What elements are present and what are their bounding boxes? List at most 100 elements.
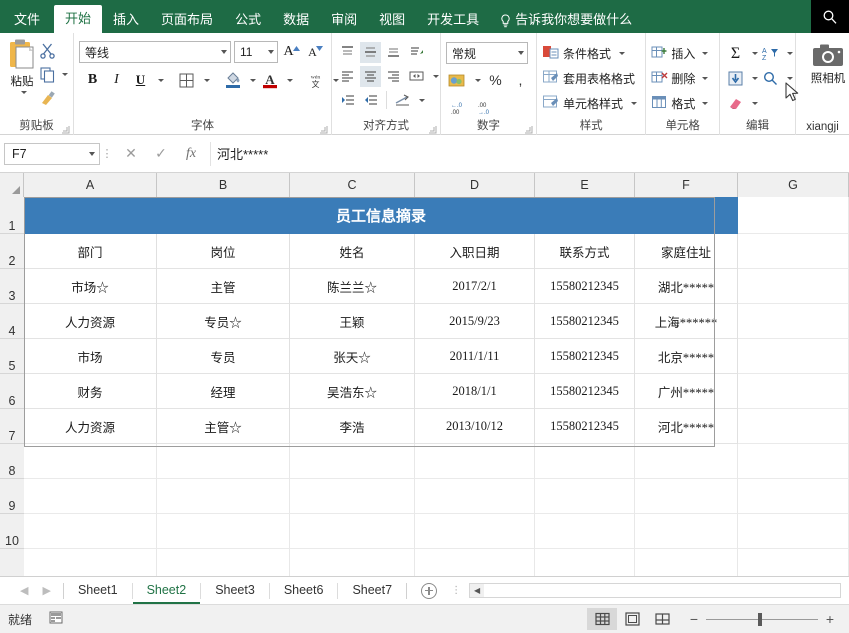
cell-C8[interactable] [290, 444, 415, 479]
cell-C10[interactable] [290, 514, 415, 549]
clear-button[interactable] [725, 93, 746, 114]
cell-B[interactable] [157, 549, 290, 576]
cell-D3[interactable]: 2017/2/1 [415, 269, 535, 304]
bottom-align-button[interactable] [383, 42, 404, 63]
format-painter-button[interactable] [39, 88, 68, 108]
normal-view-button[interactable] [587, 608, 617, 630]
cell-A4[interactable]: 人力资源 [24, 304, 157, 339]
sheet-tab-Sheet3[interactable]: Sheet3 [201, 577, 269, 604]
cell-F10[interactable] [635, 514, 738, 549]
font-color-button[interactable]: A [259, 70, 280, 91]
ribbon-tab-8[interactable]: 开发工具 [416, 7, 490, 33]
ribbon-tab-6[interactable]: 审阅 [320, 7, 368, 33]
cell-D10[interactable] [415, 514, 535, 549]
clipboard-dialog-launcher[interactable] [61, 123, 70, 132]
cell-B8[interactable] [157, 444, 290, 479]
cell-A3[interactable]: 市场☆ [24, 269, 157, 304]
number-format-combo[interactable]: 常规 [446, 42, 528, 64]
ribbon-tab-5[interactable]: 数据 [272, 7, 320, 33]
top-align-button[interactable] [337, 42, 358, 63]
orientation-button[interactable] [406, 42, 427, 63]
middle-align-button[interactable] [360, 42, 381, 63]
cell-E4[interactable]: 15580212345 [535, 304, 635, 339]
wrap-text-button[interactable] [392, 90, 413, 111]
cell-C4[interactable]: 王颖 [290, 304, 415, 339]
column-header-A[interactable]: A [24, 173, 157, 197]
column-header-G[interactable]: G [738, 173, 849, 197]
bold-button[interactable]: B [82, 70, 103, 91]
ribbon-tab-7[interactable]: 视图 [368, 7, 416, 33]
fill-down-button[interactable] [725, 68, 746, 89]
underline-button[interactable]: U [130, 70, 151, 91]
row-header-3[interactable]: 3 [0, 269, 24, 304]
cell-A9[interactable] [24, 479, 157, 514]
cells-item-caret[interactable] [702, 52, 708, 55]
ribbon-tab-1[interactable]: 开始 [54, 5, 102, 33]
clear-caret[interactable] [752, 102, 758, 105]
zoom-slider-thumb[interactable] [758, 613, 762, 626]
cell-F[interactable] [635, 549, 738, 576]
sheet-tab-Sheet6[interactable]: Sheet6 [270, 577, 338, 604]
cells-item-caret[interactable] [702, 102, 708, 105]
cell-G8[interactable] [738, 444, 849, 479]
column-header-E[interactable]: E [535, 173, 635, 197]
accounting-caret[interactable] [475, 79, 481, 82]
copy-button[interactable] [39, 64, 68, 84]
cell-F2[interactable]: 家庭住址 [635, 234, 738, 269]
percent-format-button[interactable]: % [485, 70, 506, 91]
formula-cancel-button[interactable]: ✕ [116, 142, 146, 166]
cell-E3[interactable]: 15580212345 [535, 269, 635, 304]
cell-B2[interactable]: 岗位 [157, 234, 290, 269]
cell-F7[interactable]: 河北***** [635, 409, 738, 444]
copy-dropdown-caret[interactable] [62, 73, 68, 76]
next-sheet-arrow[interactable]: ▶ [42, 584, 50, 597]
font-name-caret[interactable] [221, 50, 227, 54]
cell-D5[interactable]: 2011/1/11 [415, 339, 535, 374]
cell-G5[interactable] [738, 339, 849, 374]
page-layout-view-button[interactable] [617, 608, 647, 630]
underline-caret[interactable] [158, 79, 164, 82]
column-header-D[interactable]: D [415, 173, 535, 197]
name-box[interactable]: F7 [4, 143, 100, 165]
cell-A6[interactable]: 财务 [24, 374, 157, 409]
cell-A10[interactable] [24, 514, 157, 549]
formula-confirm-button[interactable]: ✓ [146, 142, 176, 166]
number-dialog-launcher[interactable] [524, 123, 533, 132]
ribbon-tab-4[interactable]: 公式 [224, 7, 272, 33]
cell-B4[interactable]: 专员☆ [157, 304, 290, 339]
row-header-4[interactable]: 4 [0, 304, 24, 339]
cell-G4[interactable] [738, 304, 849, 339]
alignment-dialog-launcher[interactable] [428, 123, 437, 132]
fill-caret[interactable] [752, 77, 758, 80]
row-header-6[interactable]: 6 [0, 374, 24, 409]
cells-item-caret[interactable] [702, 77, 708, 80]
cell-D6[interactable]: 2018/1/1 [415, 374, 535, 409]
center-align-button[interactable] [360, 66, 381, 87]
scroll-left-button[interactable]: ◀ [470, 584, 484, 597]
zoom-slider-track[interactable] [706, 619, 818, 620]
cell-F3[interactable]: 湖北***** [635, 269, 738, 304]
name-box-caret[interactable] [89, 152, 95, 156]
row-header-7[interactable]: 7 [0, 409, 24, 444]
style-item-0[interactable]: 条件格式 [542, 41, 640, 66]
cell-F6[interactable]: 广州***** [635, 374, 738, 409]
style-item-1[interactable]: 套用表格格式 [542, 66, 640, 91]
find-caret[interactable] [787, 77, 793, 80]
accounting-format-button[interactable] [446, 70, 467, 91]
sort-filter-caret[interactable] [787, 52, 793, 55]
decrease-font-size-button[interactable]: A [305, 42, 326, 63]
increase-font-size-button[interactable]: A [281, 42, 302, 63]
font-name-combo[interactable]: 等线 [79, 41, 231, 63]
cut-button[interactable] [39, 40, 68, 60]
row-header-5[interactable]: 5 [0, 339, 24, 374]
cell-A8[interactable] [24, 444, 157, 479]
sort-filter-button[interactable]: A Z [760, 43, 781, 64]
row-header-x10[interactable] [0, 549, 24, 576]
cell-G7[interactable] [738, 409, 849, 444]
cell-A[interactable] [24, 549, 157, 576]
row-header-2[interactable]: 2 [0, 234, 24, 269]
find-select-button[interactable] [760, 68, 781, 89]
prev-sheet-arrow[interactable]: ◀ [20, 584, 28, 597]
cell-D7[interactable]: 2013/10/12 [415, 409, 535, 444]
cell-E8[interactable] [535, 444, 635, 479]
